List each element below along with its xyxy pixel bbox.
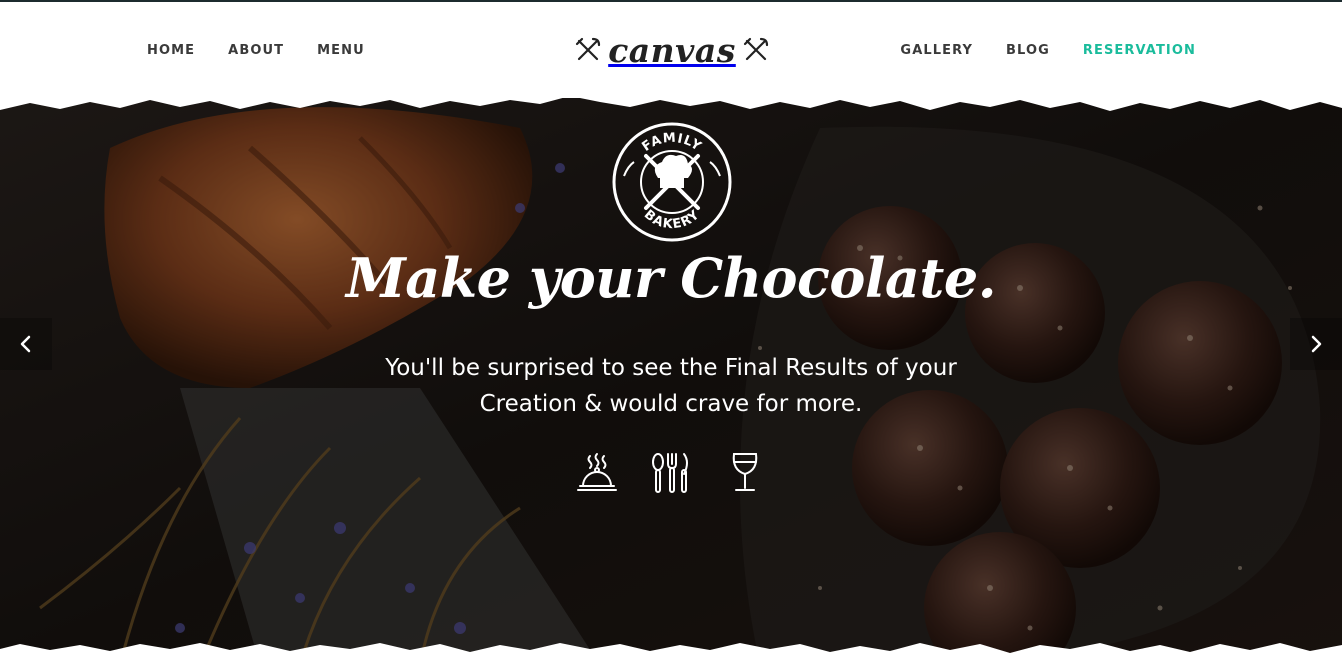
nav-menu[interactable]: MENU bbox=[317, 43, 365, 58]
wine-glass-icon bbox=[722, 450, 768, 496]
hero-slider: FAMILY BAKERY Make your Chocolate. You'l… bbox=[0, 88, 1342, 665]
slider-prev-button[interactable] bbox=[0, 318, 52, 370]
hero-headline: Make your Chocolate. bbox=[346, 246, 997, 310]
primary-menu-left: HOME ABOUT MENU bbox=[147, 2, 398, 98]
nav-gallery[interactable]: GALLERY bbox=[900, 43, 973, 58]
site-logo[interactable]: canvas bbox=[572, 26, 772, 74]
cutlery-cross-icon bbox=[576, 37, 601, 61]
cloche-icon bbox=[574, 450, 620, 496]
torn-paper-bottom-edge bbox=[0, 643, 1342, 665]
family-bakery-badge: FAMILY BAKERY bbox=[610, 120, 734, 244]
chevron-right-icon bbox=[1311, 335, 1322, 353]
logo-wordmark: canvas bbox=[608, 30, 736, 70]
cutlery-cross-icon bbox=[743, 37, 768, 61]
badge-bottom-text: BAKERY bbox=[641, 207, 702, 232]
nav-blog[interactable]: BLOG bbox=[1006, 43, 1050, 58]
nav-about[interactable]: ABOUT bbox=[228, 43, 284, 58]
nav-home[interactable]: HOME bbox=[147, 43, 195, 58]
cutlery-icon bbox=[648, 450, 694, 496]
svg-text:BAKERY: BAKERY bbox=[641, 207, 703, 232]
hero-subtitle-line-1: You'll be surprised to see the Final Res… bbox=[385, 355, 957, 381]
hero-feature-icons bbox=[0, 450, 1342, 496]
site-header: HOME ABOUT MENU canvas GALLERY BLOG RESE… bbox=[0, 2, 1342, 98]
chevron-left-icon bbox=[20, 335, 31, 353]
primary-menu-right: GALLERY BLOG RESERVATION bbox=[867, 2, 1196, 98]
nav-reservation[interactable]: RESERVATION bbox=[1083, 43, 1196, 58]
hero-subtitle-line-2: Creation & would crave for more. bbox=[479, 391, 863, 417]
slider-next-button[interactable] bbox=[1290, 318, 1342, 370]
hero-subtitle: You'll be surprised to see the Final Res… bbox=[366, 350, 976, 422]
